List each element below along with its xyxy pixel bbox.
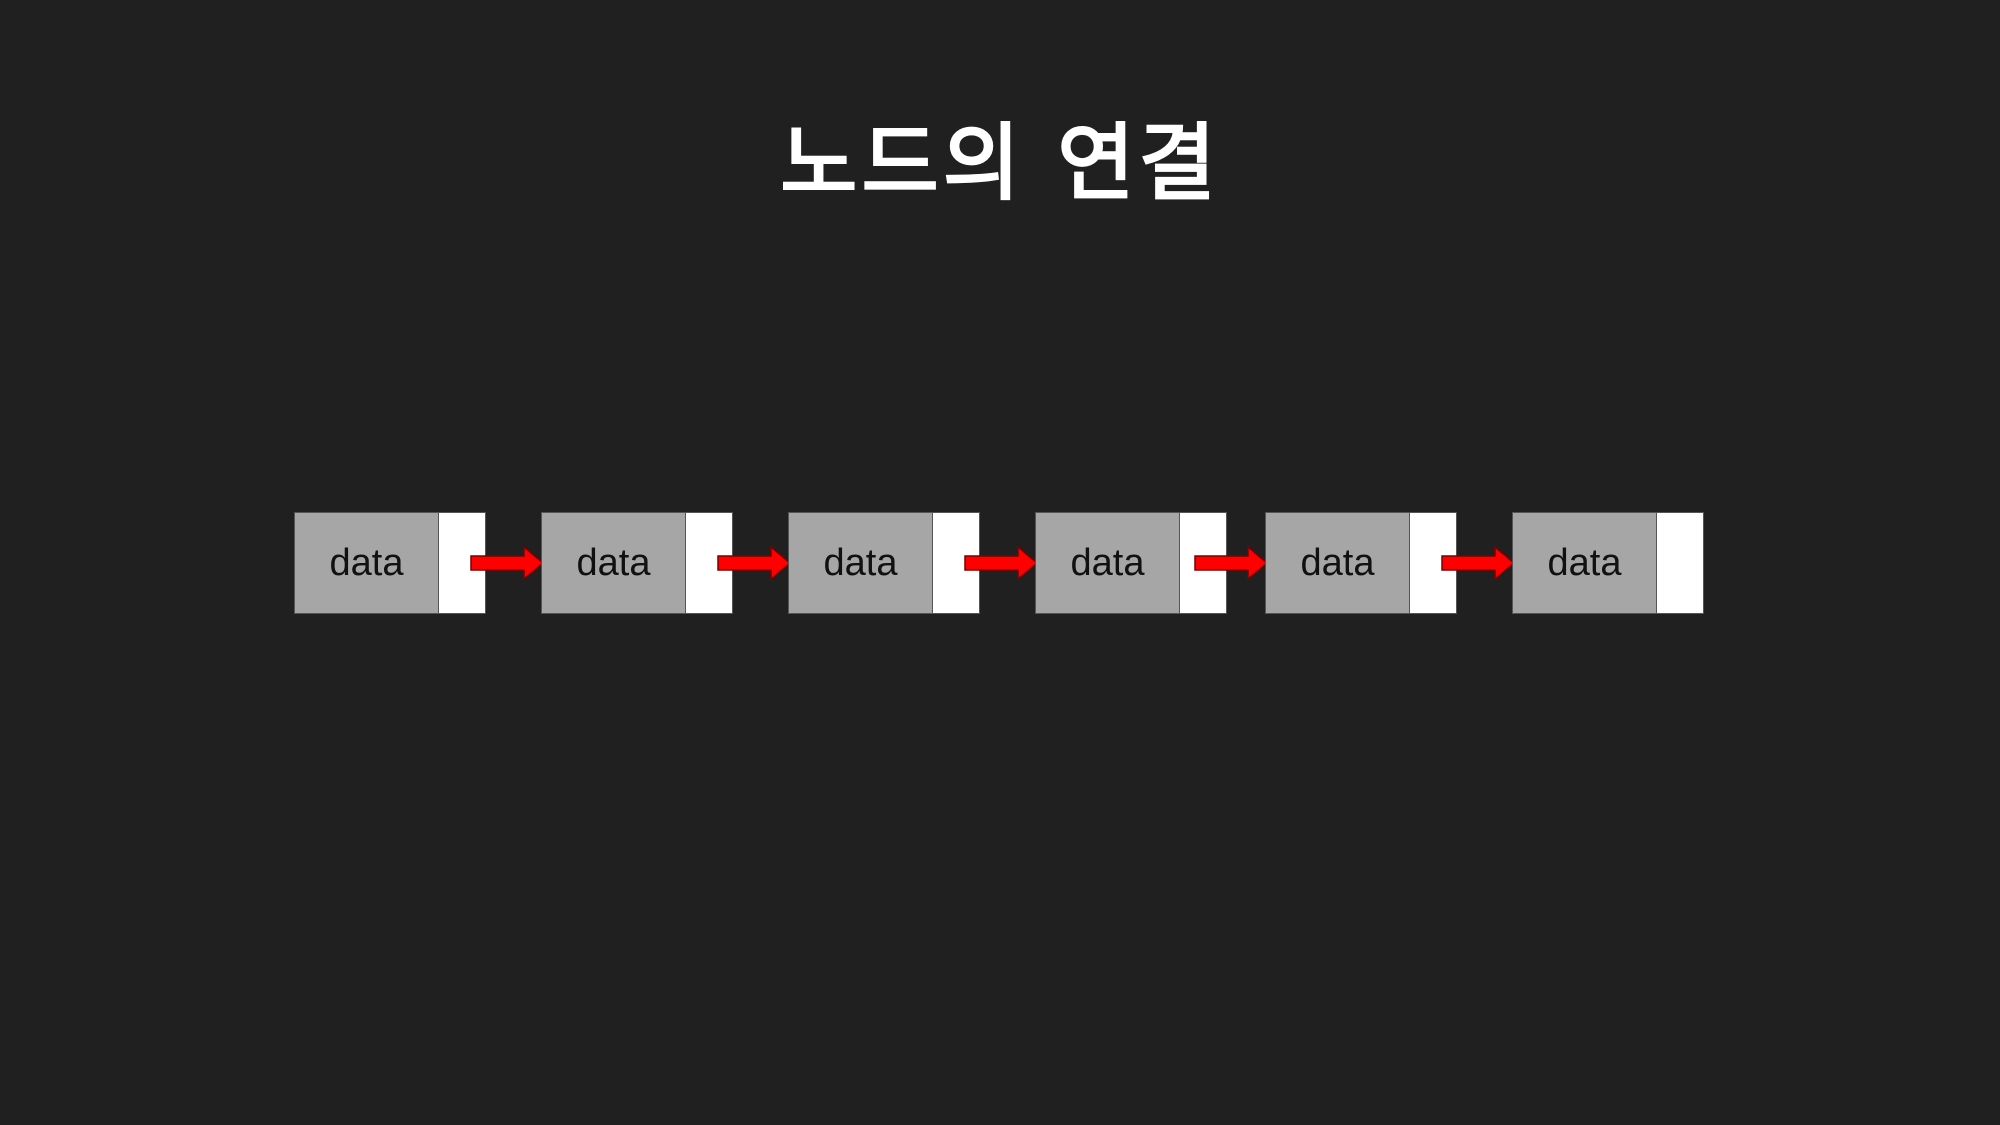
arrow-right-icon <box>964 546 1038 580</box>
arrow-right-icon <box>470 546 544 580</box>
node-data-field: data <box>294 512 439 614</box>
node-3: data <box>788 512 980 614</box>
arrow-right-icon <box>1194 546 1268 580</box>
node-6: data <box>1512 512 1704 614</box>
node-5: data <box>1265 512 1457 614</box>
arrow-right-icon <box>1441 546 1515 580</box>
node-data-field: data <box>1265 512 1410 614</box>
slide-title: 노드의 연결 <box>780 114 1220 212</box>
node-1: data <box>294 512 486 614</box>
node-data-field: data <box>541 512 686 614</box>
node-data-field: data <box>788 512 933 614</box>
node-data-field: data <box>1512 512 1657 614</box>
node-2: data <box>541 512 733 614</box>
arrow-right-icon <box>717 546 791 580</box>
node-data-field: data <box>1035 512 1180 614</box>
slide: 노드의 연결 data data data data data data <box>0 0 2000 1125</box>
node-link-field <box>1657 512 1704 614</box>
